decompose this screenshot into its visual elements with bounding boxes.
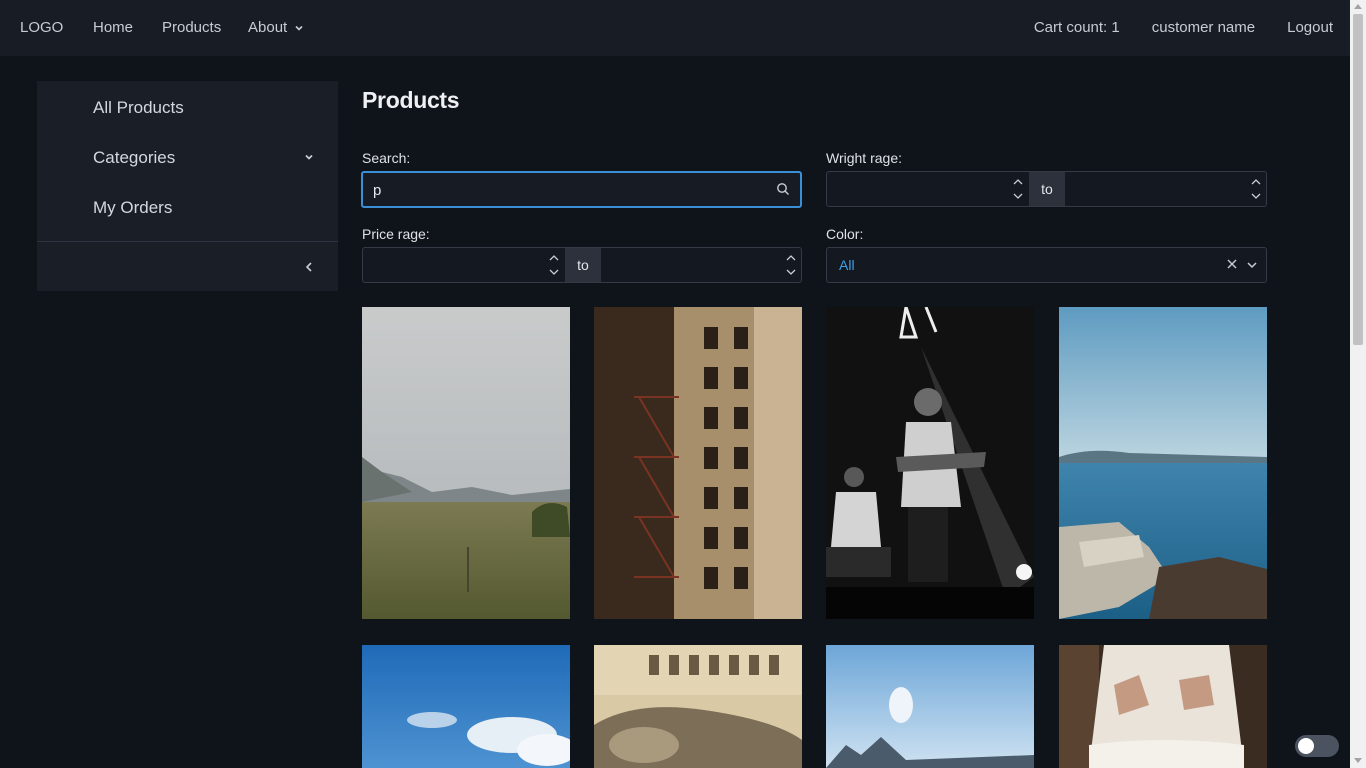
chevron-down-icon[interactable] xyxy=(1246,259,1258,271)
product-card[interactable] xyxy=(362,307,570,619)
color-label: Color: xyxy=(826,226,864,242)
scroll-up-icon[interactable] xyxy=(1354,4,1362,9)
price-max-stepper-icon[interactable] xyxy=(784,250,798,280)
blue-sky-clouds-photo xyxy=(362,645,570,768)
sidebar-item-all-products[interactable]: All Products xyxy=(93,98,184,118)
weight-max-stepper-icon[interactable] xyxy=(1249,174,1263,204)
chevron-left-icon[interactable] xyxy=(303,260,315,274)
lake-rocks-photo xyxy=(1059,307,1267,619)
logo[interactable]: LOGO xyxy=(20,19,63,36)
page-title: Products xyxy=(362,87,460,113)
product-card[interactable] xyxy=(362,645,570,768)
chevron-down-icon xyxy=(295,25,303,31)
logout-link[interactable]: Logout xyxy=(1287,19,1333,36)
color-select-value: All xyxy=(839,257,855,273)
sidebar: All Products Categories My Orders xyxy=(37,81,338,291)
nav-home-link[interactable]: Home xyxy=(93,19,133,36)
landscape-grassland-photo xyxy=(362,307,570,619)
sidebar-item-my-orders[interactable]: My Orders xyxy=(93,198,172,218)
weight-min-stepper-icon[interactable] xyxy=(1011,174,1025,204)
theme-toggle[interactable] xyxy=(1295,735,1339,757)
clear-icon[interactable] xyxy=(1226,258,1238,270)
sidebar-item-categories[interactable]: Categories xyxy=(93,148,175,168)
search-icon[interactable] xyxy=(776,182,790,196)
price-range-field: to xyxy=(362,247,802,283)
product-card[interactable] xyxy=(826,645,1034,768)
search-input[interactable] xyxy=(373,179,753,201)
page-scrollbar[interactable] xyxy=(1350,0,1366,768)
chevron-down-icon[interactable] xyxy=(303,151,315,163)
product-card[interactable] xyxy=(1059,645,1267,768)
price-min-stepper-icon[interactable] xyxy=(547,250,561,280)
search-field xyxy=(361,171,802,208)
weight-range-field: to xyxy=(826,171,1267,207)
weight-min-input[interactable] xyxy=(827,172,1027,206)
weight-range-label: Wright rage: xyxy=(826,150,902,166)
color-select[interactable]: All xyxy=(826,247,1267,283)
cart-count[interactable]: Cart count: 1 xyxy=(1034,19,1120,36)
mountain-sky-photo xyxy=(826,645,1034,768)
nav-about-dropdown[interactable]: About xyxy=(248,19,305,36)
price-min-input[interactable] xyxy=(363,248,563,282)
musician-concert-bw-photo xyxy=(826,307,1034,619)
price-to-separator: to xyxy=(565,248,601,282)
product-card[interactable] xyxy=(594,307,802,619)
white-dress-forest-photo xyxy=(1059,645,1267,768)
weight-max-input[interactable] xyxy=(1065,172,1265,206)
product-card[interactable] xyxy=(594,645,802,768)
price-max-input[interactable] xyxy=(601,248,801,282)
toggle-knob xyxy=(1298,738,1314,754)
nav-products-link[interactable]: Products xyxy=(162,19,221,36)
price-range-label: Price rage: xyxy=(362,226,430,242)
scroll-down-icon[interactable] xyxy=(1354,758,1362,763)
scrollbar-thumb[interactable] xyxy=(1353,14,1363,345)
sidebar-divider xyxy=(37,241,338,242)
search-label: Search: xyxy=(362,150,411,166)
product-card[interactable] xyxy=(826,307,1034,619)
user-area: Cart count: 1 customer name Logout xyxy=(1034,19,1333,36)
customer-name[interactable]: customer name xyxy=(1152,19,1255,36)
weight-to-separator: to xyxy=(1029,172,1065,206)
brick-building-fire-escape-photo xyxy=(594,307,802,619)
vintage-car-street-photo xyxy=(594,645,802,768)
top-navbar: LOGO Home Products About Cart count: 1 c… xyxy=(0,0,1350,56)
product-card[interactable] xyxy=(1059,307,1267,619)
nav-about-label: About xyxy=(248,19,288,36)
